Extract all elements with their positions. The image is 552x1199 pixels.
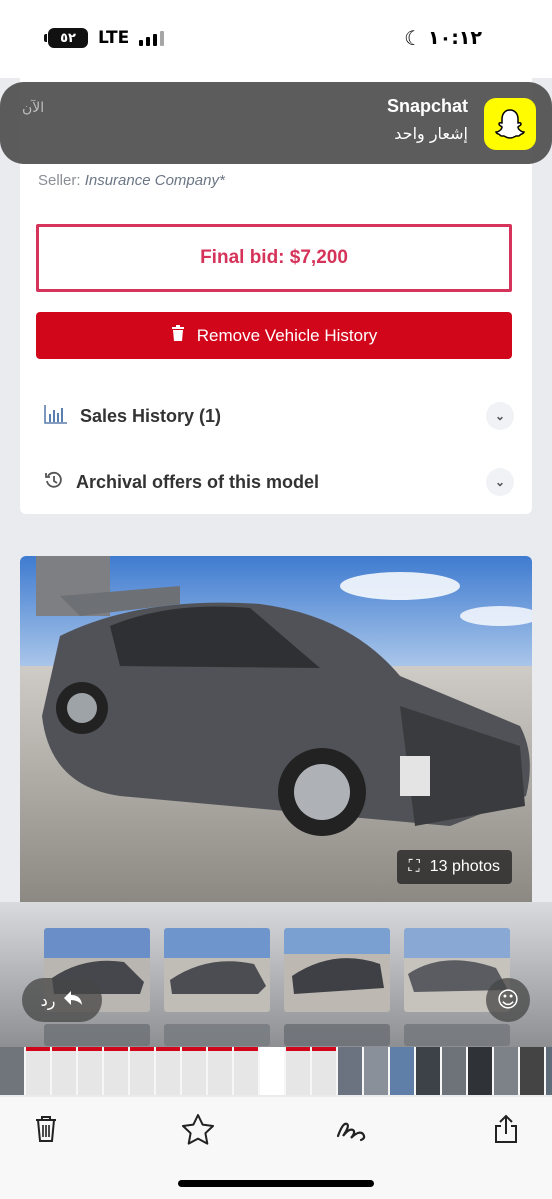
filmstrip-frame[interactable] — [390, 1047, 414, 1095]
chevron-down-icon[interactable]: ⌄ — [486, 402, 514, 430]
filmstrip-frame[interactable] — [546, 1047, 552, 1095]
reply-button[interactable]: رد — [22, 978, 102, 1022]
filmstrip-frame[interactable] — [156, 1047, 180, 1095]
thumbnail[interactable] — [404, 1024, 510, 1046]
thumbnail[interactable] — [284, 1024, 390, 1046]
filmstrip-frame[interactable] — [78, 1047, 102, 1095]
history-icon — [44, 470, 64, 495]
reply-label: رد — [40, 990, 56, 1010]
thumbnail-row — [44, 928, 510, 1012]
photo-count-label: 13 photos — [429, 858, 500, 875]
share-icon[interactable] — [486, 1109, 526, 1149]
sales-history-row[interactable]: Sales History (1) ⌄ — [44, 396, 514, 436]
thumbnail[interactable] — [284, 928, 390, 1012]
filmstrip-frame[interactable] — [442, 1047, 466, 1095]
star-icon[interactable] — [178, 1109, 218, 1149]
filmstrip-frame[interactable] — [416, 1047, 440, 1095]
thumbnail-row-2 — [44, 1024, 510, 1046]
status-bar: ٥٢ LTE ☾ ١٠:١٢ — [0, 0, 552, 78]
snapchat-notification[interactable]: Snapchat إشعار واحد الآن — [0, 82, 552, 164]
expand-icon: ⛶ — [408, 858, 420, 875]
trash-icon — [171, 325, 185, 346]
filmstrip-frame[interactable] — [260, 1047, 284, 1095]
filmstrip-frame[interactable] — [208, 1047, 232, 1095]
sticker-add-icon[interactable]: ☺ — [486, 978, 530, 1022]
final-bid: Final bid: $7,200 — [36, 224, 512, 292]
sales-history-label: Sales History (1) — [80, 405, 222, 426]
archival-offers-row[interactable]: Archival offers of this model ⌄ — [44, 462, 514, 502]
filmstrip-frame[interactable] — [130, 1047, 154, 1095]
filmstrip-frame[interactable] — [286, 1047, 310, 1095]
thumbnail[interactable] — [164, 928, 270, 1012]
filmstrip-frame[interactable] — [0, 1047, 24, 1095]
archival-offers-label: Archival offers of this model — [76, 471, 320, 492]
filmstrip-frame[interactable] — [26, 1047, 50, 1095]
signal-icon — [139, 30, 165, 46]
filmstrip-frame[interactable] — [52, 1047, 76, 1095]
thumbnail[interactable] — [44, 1024, 150, 1046]
moon-icon: ☾ — [404, 26, 422, 50]
remove-button-label: Remove Vehicle History — [196, 325, 378, 345]
filmstrip-frame[interactable] — [338, 1047, 362, 1095]
photo-filmstrip[interactable] — [0, 1047, 552, 1095]
reply-arrow-icon — [63, 990, 83, 1010]
snapchat-ghost-icon — [484, 98, 536, 150]
filmstrip-frame[interactable] — [468, 1047, 492, 1095]
filmstrip-frame[interactable] — [104, 1047, 128, 1095]
seller-label: Seller: — [38, 172, 81, 189]
seller-info: Seller: Insurance Company* — [38, 172, 225, 189]
network-label: LTE — [98, 28, 130, 48]
filmstrip-frame[interactable] — [234, 1047, 258, 1095]
notification-message: إشعار واحد — [394, 124, 468, 143]
home-indicator — [178, 1180, 374, 1187]
filmstrip-frame[interactable] — [182, 1047, 206, 1095]
chevron-down-icon[interactable]: ⌄ — [486, 468, 514, 496]
clock: ١٠:١٢ — [428, 27, 482, 49]
filmstrip-frame[interactable] — [520, 1047, 544, 1095]
notification-time: الآن — [22, 100, 45, 116]
filmstrip-frame[interactable] — [364, 1047, 388, 1095]
remove-vehicle-history-button[interactable]: Remove Vehicle History — [36, 312, 512, 359]
notification-app-name: Snapchat — [386, 96, 468, 116]
photo-count-badge[interactable]: ⛶ 13 photos — [396, 850, 512, 884]
filmstrip-frame[interactable] — [494, 1047, 518, 1095]
thumbnail[interactable] — [164, 1024, 270, 1046]
filmstrip-frame[interactable] — [312, 1047, 336, 1095]
bar-chart-icon — [44, 404, 68, 429]
seller-value: Insurance Company* — [84, 172, 225, 189]
trash-icon[interactable] — [26, 1109, 66, 1149]
battery-icon: ٥٢ — [44, 28, 88, 48]
vehicle-photo[interactable]: ⛶ 13 photos — [20, 556, 532, 902]
markup-icon[interactable] — [332, 1109, 372, 1149]
